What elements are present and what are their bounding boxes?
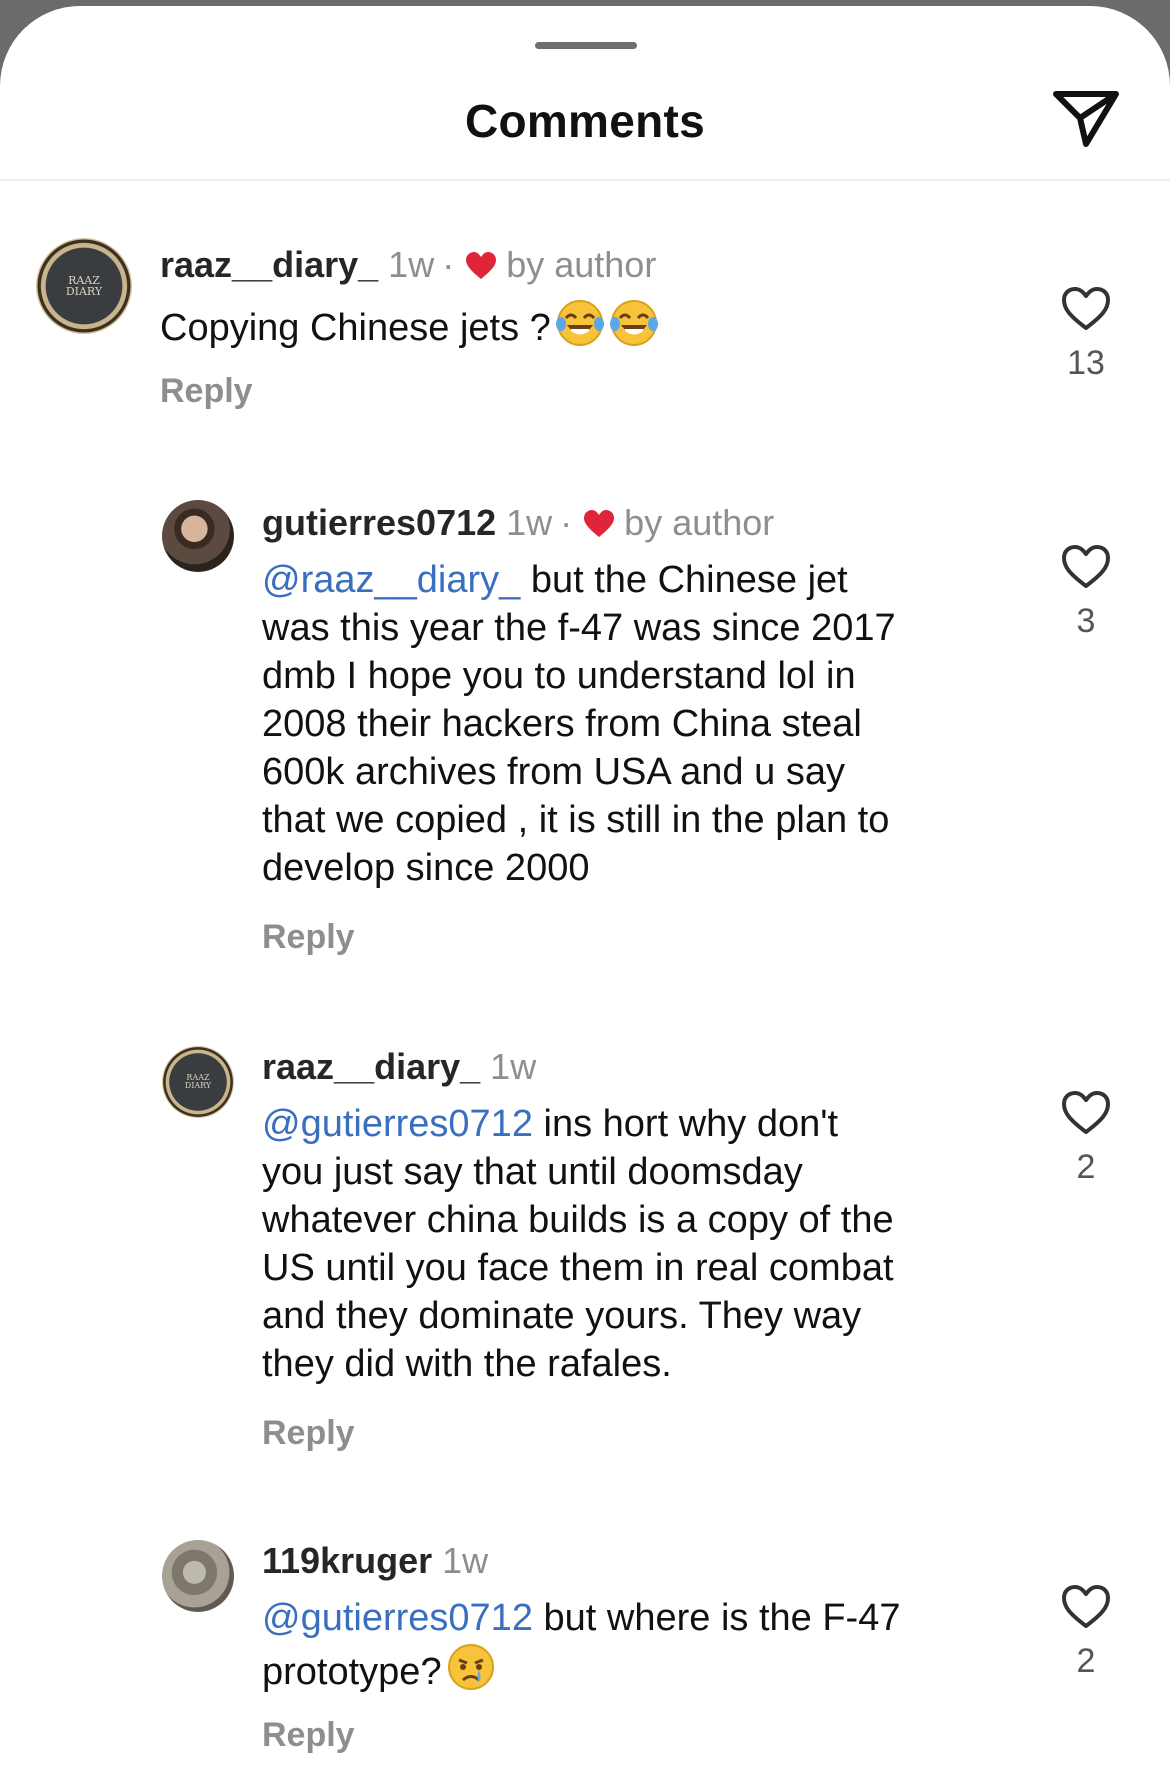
timestamp: 1w — [388, 244, 435, 285]
like-column: 2 — [1050, 1090, 1122, 1187]
separator: · — [560, 502, 573, 543]
like-count: 2 — [1076, 1148, 1096, 1186]
username[interactable]: raaz__diary_ — [262, 1046, 480, 1088]
comment-meta: raaz__diary_ 1w · by author — [160, 244, 656, 286]
reply-button[interactable]: Reply — [262, 1716, 355, 1755]
like-column: 13 — [1050, 286, 1122, 383]
avatar[interactable] — [162, 1540, 234, 1612]
page-title: Comments — [464, 95, 706, 147]
mention-link[interactable]: @raaz__diary_ — [262, 559, 520, 601]
text-line: @gutierres0712 but where is the F-47 — [262, 1597, 901, 1639]
header: Comments — [0, 6, 1170, 181]
text-line: US until you face them in real combat — [262, 1247, 894, 1289]
author-badge: by author — [624, 502, 775, 543]
crying-face-emoji-icon — [447, 1644, 494, 1690]
timestamp: 1w — [442, 1540, 489, 1581]
avatar[interactable]: RAAZ DIARY — [36, 238, 132, 334]
heart-outline-icon[interactable] — [1060, 1090, 1112, 1136]
mention-link[interactable]: @gutierres0712 — [262, 1103, 533, 1145]
timestamp: 1w — [490, 1046, 537, 1087]
mention-link[interactable]: @gutierres0712 — [262, 1597, 533, 1639]
text-line: they did with the rafales. — [262, 1343, 672, 1385]
text-line: dmb I hope you to understand lol in — [262, 655, 856, 697]
text-line: @raaz__diary_ but the Chinese jet — [262, 559, 848, 601]
username[interactable]: raaz__diary_ — [160, 244, 378, 286]
avatar-logo: RAAZ DIARY — [184, 1073, 212, 1090]
comment-text: Copying Chinese jets ? — [160, 298, 1020, 352]
timestamp: 1w — [506, 502, 553, 543]
comments-sheet: Comments RAAZ DIARY raaz__diary_ 1w · by… — [0, 6, 1170, 1772]
author-badge: by author — [506, 244, 657, 285]
text-line: 600k archives from USA and u say — [262, 751, 845, 793]
reply-button[interactable]: Reply — [262, 1414, 355, 1453]
text-line: prototype? — [262, 1642, 1022, 1696]
comment-meta: raaz__diary_ 1w — [262, 1046, 536, 1088]
text-line: 2008 their hackers from China steal — [262, 703, 862, 745]
reply-button[interactable]: Reply — [160, 372, 253, 411]
comment-text: @gutierres0712 ins hort why don't you ju… — [262, 1100, 1022, 1388]
reply-button[interactable]: Reply — [262, 918, 355, 957]
username[interactable]: gutierres0712 — [262, 502, 496, 544]
comment-meta: 119kruger 1w — [262, 1540, 488, 1582]
text-line: develop since 2000 — [262, 847, 590, 889]
like-column: 2 — [1050, 1584, 1122, 1681]
like-count: 3 — [1076, 602, 1096, 640]
like-count: 2 — [1076, 1642, 1096, 1680]
author-heart-icon — [466, 252, 497, 279]
username[interactable]: 119kruger — [262, 1540, 432, 1582]
heart-outline-icon[interactable] — [1060, 286, 1112, 332]
avatar[interactable]: RAAZ DIARY — [162, 1046, 234, 1118]
text-line: whatever china builds is a copy of the — [262, 1199, 894, 1241]
avatar[interactable] — [162, 500, 234, 572]
heart-outline-icon[interactable] — [1060, 1584, 1112, 1630]
tears-of-joy-emoji-icon — [609, 300, 658, 346]
text-line: you just say that until doomsday — [262, 1151, 803, 1193]
comment-meta: gutierres0712 1w · by author — [262, 502, 774, 544]
author-heart-icon — [584, 510, 615, 537]
comment-body: Copying Chinese jets ? — [160, 307, 551, 349]
like-column: 3 — [1050, 544, 1122, 641]
separator: · — [442, 244, 455, 285]
heart-outline-icon[interactable] — [1060, 544, 1112, 590]
comment-text: @raaz__diary_ but the Chinese jet was th… — [262, 556, 1022, 892]
text-line: that we copied , it is still in the plan… — [262, 799, 890, 841]
like-count: 13 — [1067, 344, 1105, 382]
comment-text: @gutierres0712 but where is the F-47 pro… — [262, 1594, 1022, 1696]
paper-plane-icon[interactable] — [1050, 86, 1122, 152]
text-line: was this year the f-47 was since 2017 — [262, 607, 896, 649]
text-line: and they dominate yours. They way — [262, 1295, 862, 1337]
text-line: @gutierres0712 ins hort why don't — [262, 1103, 839, 1145]
avatar-logo: RAAZ DIARY — [65, 274, 103, 298]
tears-of-joy-emoji-icon — [555, 300, 604, 346]
